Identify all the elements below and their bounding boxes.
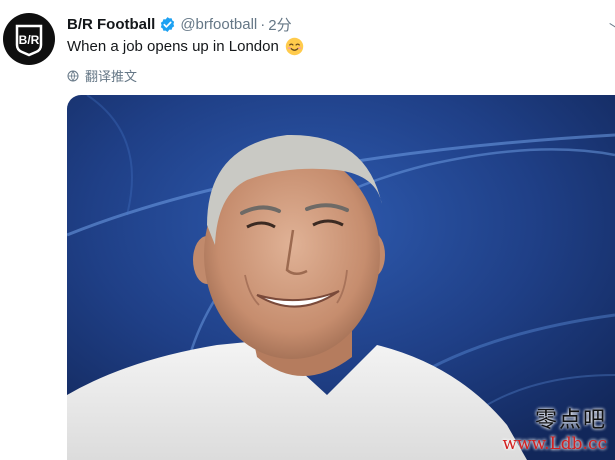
watermark-title: 零点吧 [534,408,607,433]
tweet-photo[interactable]: 零点吧 www.Ldb.cc [67,95,615,460]
verified-badge-icon [159,16,176,33]
globe-icon [67,70,79,82]
user-handle[interactable]: @brfootball [180,16,257,33]
tweet-header: B/R Football @brfootball · 2分 [67,14,292,34]
br-logo-icon: B/R [15,24,43,57]
site-watermark: 零点吧 www.Ldb.cc [502,402,607,454]
svg-text:B/R: B/R [19,33,40,47]
translate-tweet-link[interactable]: 翻译推文 [67,66,137,85]
tweet-text-content: When a job opens up in London [67,38,279,55]
relieved-face-emoji-icon [285,37,304,56]
tweet-timestamp[interactable]: 2分 [268,14,291,35]
tweet-card[interactable]: B/R B/R Football @brfootball · 2分 ﹀ When… [0,0,615,460]
display-name[interactable]: B/R Football [67,16,155,33]
separator-dot: · [260,15,266,33]
tweet-text: When a job opens up in London [67,37,304,56]
avatar[interactable]: B/R [3,13,55,65]
translate-label[interactable]: 翻译推文 [85,66,137,85]
more-options-icon[interactable]: ﹀ [609,20,615,34]
watermark-url: www.Ldb.cc [502,434,607,454]
